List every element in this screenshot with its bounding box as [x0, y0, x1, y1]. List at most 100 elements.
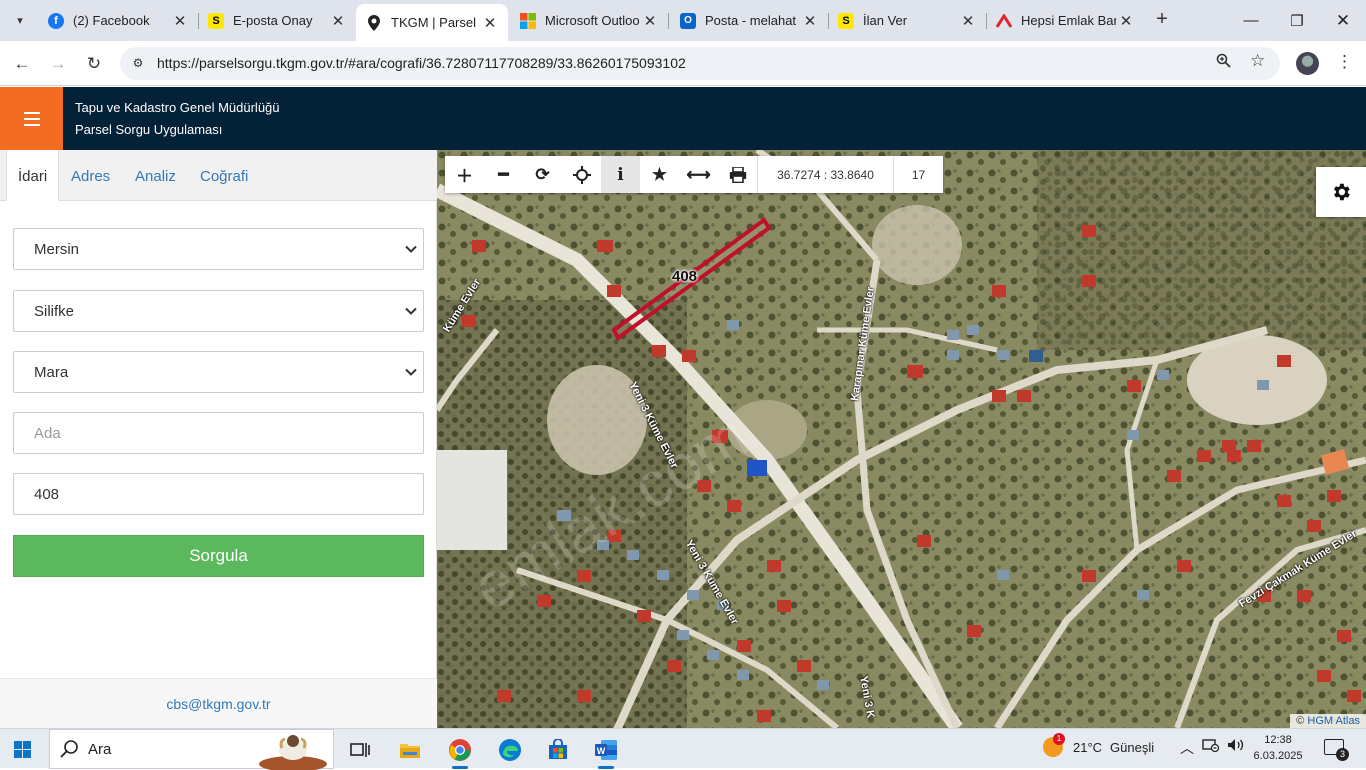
settings-gear-icon[interactable]	[1316, 167, 1366, 217]
browser-tab-strip: ▾ f (2) Facebook ✕ S E-posta Onay ✕ TKGM…	[0, 0, 1366, 41]
new-tab-icon[interactable]: +	[1150, 8, 1174, 32]
tab-title: E-posta Onay	[233, 13, 313, 28]
site-info-icon[interactable]: ⚙	[128, 53, 148, 73]
browser-tab-outlook[interactable]: Microsoft Outlook ✕	[510, 6, 668, 35]
ada-input[interactable]: Ada	[13, 412, 424, 454]
contact-email-link[interactable]: cbs@tkgm.gov.tr	[166, 696, 270, 712]
parcel-number-label[interactable]: 408	[672, 268, 697, 285]
il-select[interactable]: Mersin	[13, 228, 424, 270]
chevron-down-icon	[405, 245, 417, 253]
zoom-icon[interactable]	[1216, 53, 1231, 71]
ilce-select[interactable]: Silifke	[13, 290, 424, 332]
forward-icon[interactable]: →	[44, 50, 72, 78]
browser-tab-posta[interactable]: O Posta - melahat ✕	[670, 6, 828, 35]
close-icon[interactable]: ✕	[480, 14, 500, 32]
close-icon[interactable]: ✕	[170, 12, 190, 30]
file-explorer-icon[interactable]	[390, 733, 430, 767]
parsel-input-value: 408	[34, 485, 60, 503]
attribution-link[interactable]: HGM Atlas	[1307, 715, 1360, 727]
clock-date: 6.03.2025	[1253, 750, 1303, 762]
chevron-up-icon[interactable]: ︿	[1180, 738, 1194, 758]
menu-kebab-icon[interactable]: ⋮	[1336, 52, 1353, 72]
taskbar-search-box[interactable]: Ara	[49, 729, 334, 770]
print-icon[interactable]	[718, 156, 757, 193]
notification-icon[interactable]: 3	[1324, 739, 1349, 761]
taskbar-search-placeholder: Ara	[88, 740, 112, 758]
favorite-star-icon[interactable]: ★	[640, 156, 679, 193]
chrome-icon[interactable]	[440, 733, 480, 769]
windows-start-icon[interactable]	[14, 741, 31, 758]
search-icon	[60, 740, 78, 758]
map-attribution: © HGM Atlas	[1290, 714, 1366, 728]
parsel-input[interactable]: 408	[13, 473, 424, 515]
browser-tab-facebook[interactable]: f (2) Facebook ✕	[38, 6, 198, 35]
search-highlight-illustration-icon	[259, 735, 327, 770]
map-view[interactable]: emlak.com Yeni 3 Küme Evler Karapınar Kü…	[437, 150, 1366, 728]
app-title: Tapu ve Kadastro Genel Müdürlüğü Parsel …	[75, 97, 280, 141]
reload-icon[interactable]: ↻	[80, 50, 108, 78]
tab-title: Posta - melahat	[705, 13, 797, 28]
close-icon[interactable]: ✕	[328, 12, 348, 30]
tab-adres[interactable]: Adres	[60, 150, 121, 201]
address-bar[interactable]: ⚙ https://parselsorgu.tkgm.gov.tr/#ara/c…	[120, 47, 1280, 80]
tab-idari[interactable]: İdari	[6, 150, 60, 201]
svg-text:W: W	[597, 746, 606, 756]
tab-analiz[interactable]: Analiz	[124, 150, 187, 201]
tab-search-icon[interactable]: ▾	[8, 8, 32, 32]
sahibinden-icon: S	[208, 12, 224, 29]
zoom-in-icon[interactable]: ＋	[445, 156, 484, 193]
locate-icon[interactable]	[562, 156, 601, 193]
close-icon[interactable]: ✕	[958, 12, 978, 30]
weather-sun-icon: 1	[1043, 733, 1065, 757]
browser-tab-ilan-ver[interactable]: S İlan Ver ✕	[828, 6, 986, 35]
notification-count: 3	[1336, 748, 1349, 761]
close-icon[interactable]: ✕	[800, 12, 820, 30]
edge-icon[interactable]	[490, 733, 530, 767]
app-title-line2: Parsel Sorgu Uygulaması	[75, 122, 223, 137]
task-view-icon[interactable]	[340, 733, 380, 767]
browser-tab-eposta[interactable]: S E-posta Onay ✕	[198, 6, 356, 35]
il-select-value: Mersin	[34, 240, 80, 258]
bookmark-star-icon[interactable]: ☆	[1250, 51, 1265, 71]
clock-time: 12:38	[1264, 734, 1292, 746]
mahalle-select[interactable]: Mara	[13, 351, 424, 393]
profile-avatar[interactable]	[1296, 52, 1319, 75]
hamburger-menu-icon[interactable]	[0, 87, 63, 150]
speaker-icon[interactable]	[1227, 738, 1245, 755]
tab-title: Hepsi Emlak Bana	[1021, 13, 1116, 28]
tab-title: Microsoft Outlook	[545, 13, 640, 28]
weather-badge: 1	[1053, 733, 1065, 745]
satellite-imagery: emlak.com	[437, 150, 1366, 728]
microsoft-store-icon[interactable]	[538, 733, 578, 767]
system-clock[interactable]: 12:38 6.03.2025	[1248, 732, 1308, 764]
measure-icon[interactable]: ⟷	[679, 156, 718, 193]
url-text[interactable]: https://parselsorgu.tkgm.gov.tr/#ara/cog…	[157, 55, 686, 71]
query-panel: İdari Adres Analiz Coğrafi Mersin Silifk…	[0, 150, 437, 728]
attribution-prefix: ©	[1296, 715, 1308, 727]
close-icon[interactable]: ✕	[1116, 12, 1136, 30]
tab-cografi[interactable]: Coğrafi	[189, 150, 259, 201]
browser-toolbar: ← → ↻ ⚙ https://parselsorgu.tkgm.gov.tr/…	[0, 41, 1366, 86]
browser-tab-hepsiemlak[interactable]: Hepsi Emlak Bana ✕	[986, 6, 1144, 35]
word-icon[interactable]: W	[586, 733, 626, 769]
chevron-down-icon	[405, 307, 417, 315]
map-toolbar: ＋ ━ ⟳ i ★ ⟷ 36.7274 : 33.8640 17	[445, 156, 943, 193]
weather-temperature: 21°C	[1073, 739, 1103, 755]
facebook-icon: f	[48, 12, 64, 29]
restore-icon[interactable]: ❐	[1274, 0, 1320, 41]
weather-widget[interactable]: 1 21°C Güneşli	[1043, 733, 1154, 757]
refresh-icon[interactable]: ⟳	[523, 156, 562, 193]
zoom-level-readout: 17	[893, 156, 943, 193]
back-icon[interactable]: ←	[8, 50, 36, 78]
close-window-icon[interactable]: ✕	[1320, 0, 1366, 41]
network-icon[interactable]	[1202, 738, 1220, 755]
app-title-line1: Tapu ve Kadastro Genel Müdürlüğü	[75, 100, 280, 115]
minimize-icon[interactable]: —	[1228, 0, 1274, 41]
browser-tab-tkgm[interactable]: TKGM | Parsel Sorgu ✕	[356, 4, 508, 41]
sorgula-button[interactable]: Sorgula	[13, 535, 424, 577]
outlook-icon: O	[680, 12, 696, 29]
ilce-select-value: Silifke	[34, 302, 75, 320]
info-icon[interactable]: i	[601, 156, 640, 193]
zoom-out-icon[interactable]: ━	[484, 156, 523, 193]
close-icon[interactable]: ✕	[640, 12, 660, 30]
